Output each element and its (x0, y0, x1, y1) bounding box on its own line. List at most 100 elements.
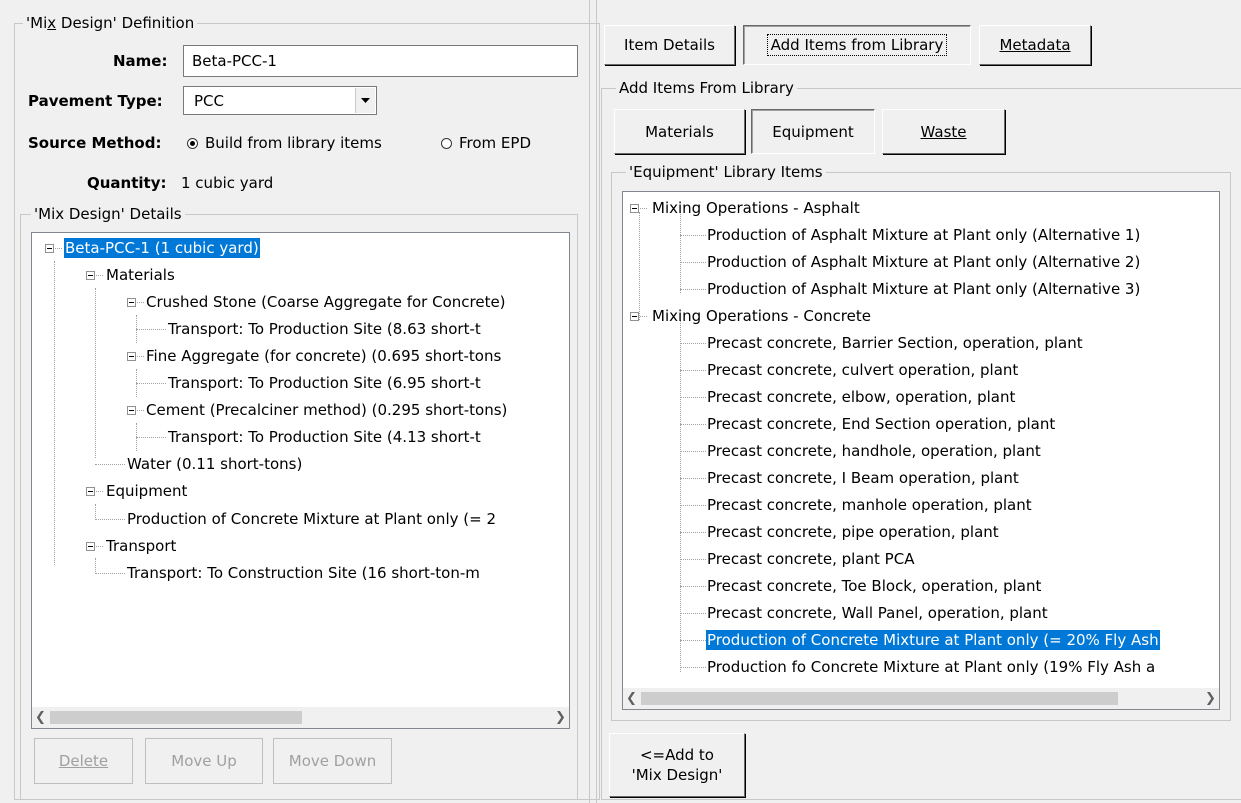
library-item[interactable]: Precast concrete, End Section operation,… (706, 411, 1056, 438)
waste-tab[interactable]: Waste (882, 109, 1005, 154)
library-item-selected[interactable]: Production of Concrete Mixture at Plant … (706, 627, 1160, 654)
quantity-label: Quantity: (87, 174, 167, 192)
tree-node-label: Precast concrete, handhole, operation, p… (707, 442, 1041, 460)
tree-connector (680, 640, 706, 641)
tree-node-transport[interactable]: Transport: To Production Site (8.63 shor… (167, 316, 482, 343)
tree-node-materials[interactable]: Materials (105, 262, 176, 289)
collapse-icon[interactable] (86, 271, 95, 280)
tree-connector (680, 212, 681, 293)
tree-connector (680, 424, 706, 425)
tree-node-water[interactable]: Water (0.11 short-tons) (126, 451, 303, 478)
move-up-button[interactable]: Move Up (145, 738, 263, 784)
source-radio-epd[interactable]: From EPD (441, 134, 531, 152)
scroll-right-icon[interactable]: ❯ (1202, 688, 1219, 709)
tree-connector (54, 261, 55, 565)
library-item[interactable]: Precast concrete, handhole, operation, p… (706, 438, 1042, 465)
tree-node-label: Cement (Precalciner method) (0.295 short… (146, 401, 508, 419)
add-to-mix-design-button[interactable]: <=Add to 'Mix Design' (609, 733, 745, 797)
pavement-type-label: Pavement Type: (28, 92, 163, 110)
source-radio-library-label: Build from library items (205, 134, 382, 152)
library-category-concrete[interactable]: Mixing Operations - Concrete (651, 303, 872, 330)
library-group-title: Add Items From Library (616, 79, 797, 97)
tree-node-label: Precast concrete, Wall Panel, operation,… (707, 604, 1048, 622)
library-hscrollbar[interactable]: ❮ ❯ (623, 688, 1219, 709)
tree-node-cement[interactable]: Cement (Precalciner method) (0.295 short… (145, 397, 508, 424)
chevron-down-icon[interactable] (355, 88, 375, 113)
library-item[interactable]: Precast concrete, Wall Panel, operation,… (706, 600, 1049, 627)
collapse-icon[interactable] (127, 352, 136, 361)
details-tree[interactable]: Beta-PCC-1 (1 cubic yard) Materials Crus… (31, 232, 570, 729)
add-items-tab[interactable]: Add Items from Library (743, 25, 971, 65)
library-item[interactable]: Production of Asphalt Mixture at Plant o… (706, 276, 1141, 303)
tree-connector (680, 262, 706, 263)
library-item[interactable]: Precast concrete, plant PCA (706, 546, 915, 573)
add-items-tab-label: Add Items from Library (766, 34, 948, 56)
tree-node-transport[interactable]: Transport: To Production Site (6.95 shor… (167, 370, 482, 397)
materials-tab[interactable]: Materials (614, 109, 745, 154)
delete-button-label: Delete (58, 752, 109, 770)
item-details-tab[interactable]: Item Details (604, 25, 735, 65)
scroll-thumb[interactable] (641, 692, 1118, 705)
tree-connector (680, 478, 706, 479)
metadata-tab[interactable]: Metadata (979, 25, 1091, 65)
source-radio-library[interactable]: Build from library items (187, 134, 382, 152)
delete-button[interactable]: Delete (34, 738, 133, 784)
scroll-left-icon[interactable]: ❮ (623, 688, 640, 709)
scroll-thumb[interactable] (50, 711, 302, 724)
collapse-icon[interactable] (630, 204, 639, 213)
scroll-left-icon[interactable]: ❮ (32, 707, 49, 728)
collapse-icon[interactable] (45, 244, 54, 253)
tree-node-transport-group[interactable]: Transport (105, 533, 177, 560)
tree-node-transport[interactable]: Transport: To Construction Site (16 shor… (126, 560, 481, 587)
library-item[interactable]: Precast concrete, elbow, operation, plan… (706, 384, 1016, 411)
collapse-icon[interactable] (86, 487, 95, 496)
library-item[interactable]: Precast concrete, Toe Block, operation, … (706, 573, 1042, 600)
library-item[interactable]: Precast concrete, manhole operation, pla… (706, 492, 1033, 519)
library-item[interactable]: Production of Asphalt Mixture at Plant o… (706, 222, 1141, 249)
name-input[interactable]: Beta-PCC-1 (183, 45, 578, 77)
tree-connector (680, 559, 706, 560)
scroll-right-icon[interactable]: ❯ (552, 707, 569, 728)
pavement-type-select[interactable]: PCC (183, 86, 377, 115)
collapse-icon[interactable] (86, 542, 95, 551)
tree-connector (680, 613, 706, 614)
move-down-button[interactable]: Move Down (273, 738, 392, 784)
tree-node-label: Materials (106, 266, 175, 284)
definition-group-title: 'Mix Design' Definition (23, 14, 198, 32)
tree-node-equipment[interactable]: Equipment (105, 478, 188, 505)
panel-divider (596, 0, 597, 803)
tree-connector (680, 343, 706, 344)
collapse-icon[interactable] (127, 298, 136, 307)
tree-node-fine-aggregate[interactable]: Fine Aggregate (for concrete) (0.695 sho… (145, 343, 502, 370)
tree-node-label: Production of Concrete Mixture at Plant … (706, 630, 1160, 650)
library-item[interactable]: Production fo Concrete Mixture at Plant … (706, 654, 1156, 681)
tree-node-label: Precast concrete, pipe operation, plant (707, 523, 999, 541)
tree-node-crushed-stone[interactable]: Crushed Stone (Coarse Aggregate for Conc… (145, 289, 507, 316)
pavement-type-value: PCC (194, 91, 224, 110)
library-category-asphalt[interactable]: Mixing Operations - Asphalt (651, 195, 861, 222)
details-hscrollbar[interactable]: ❮ ❯ (32, 707, 569, 728)
library-item[interactable]: Precast concrete, pipe operation, plant (706, 519, 1000, 546)
library-item[interactable]: Precast concrete, culvert operation, pla… (706, 357, 1019, 384)
tree-node-label: Transport: To Production Site (6.95 shor… (168, 374, 481, 392)
tree-connector (680, 586, 706, 587)
tree-node-label: Production fo Concrete Mixture at Plant … (707, 658, 1156, 676)
library-tree[interactable]: Mixing Operations - Asphalt Production o… (622, 191, 1220, 710)
collapse-icon[interactable] (127, 406, 136, 415)
equipment-tab[interactable]: Equipment (751, 109, 875, 154)
tree-node-label: Production of Asphalt Mixture at Plant o… (707, 226, 1141, 244)
library-item[interactable]: Production of Asphalt Mixture at Plant o… (706, 249, 1141, 276)
library-item[interactable]: Precast concrete, I Beam operation, plan… (706, 465, 1020, 492)
tree-node-transport[interactable]: Transport: To Production Site (4.13 shor… (167, 424, 482, 451)
tree-connector (680, 532, 706, 533)
tree-node-label: Precast concrete, plant PCA (707, 550, 915, 568)
tree-connector (639, 212, 640, 320)
metadata-tab-label: Metadata (999, 36, 1071, 54)
tree-connector (95, 288, 96, 458)
tree-node-root[interactable]: Beta-PCC-1 (1 cubic yard) (64, 235, 260, 262)
materials-tab-label: Materials (645, 122, 714, 141)
tree-node-production[interactable]: Production of Concrete Mixture at Plant … (126, 506, 497, 533)
collapse-icon[interactable] (630, 312, 639, 321)
tree-connector (136, 383, 166, 384)
library-item[interactable]: Precast concrete, Barrier Section, opera… (706, 330, 1084, 357)
